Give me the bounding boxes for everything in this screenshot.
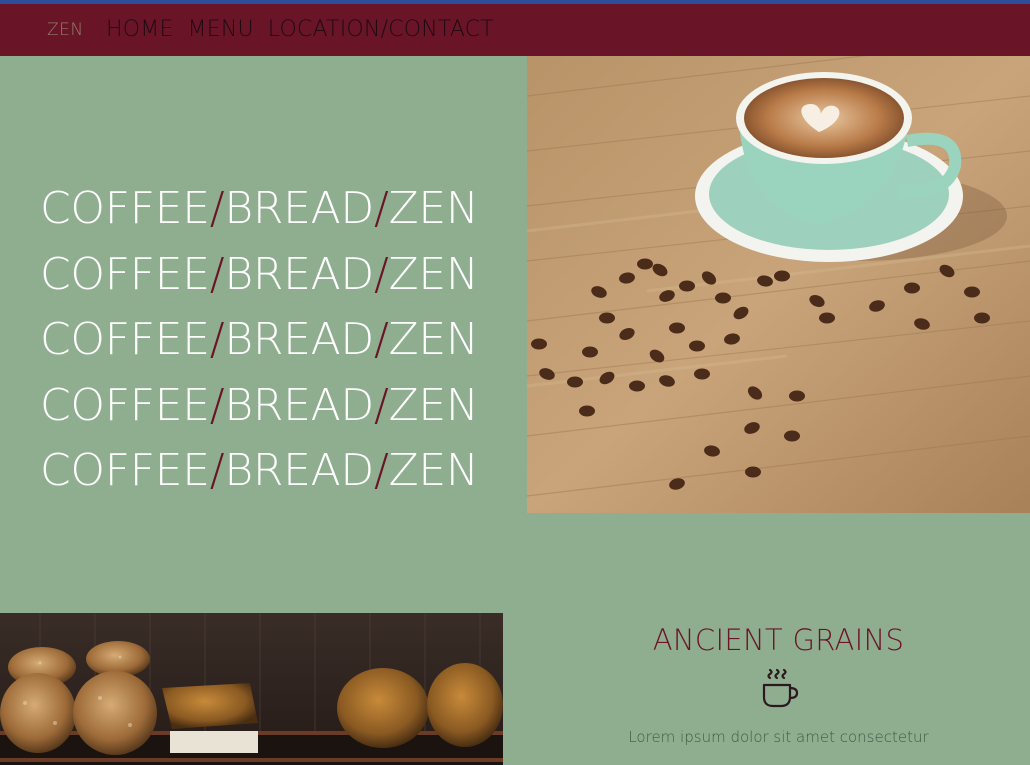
coffee-cup-icon [762, 668, 799, 708]
navbar: ZEN HOME MENU LOCATION/CONTACT [0, 4, 1030, 56]
coffee-photo-illustration [527, 56, 1030, 513]
bread-photo-illustration [0, 613, 503, 765]
hero-line: COFFEE/BREAD/ZEN [40, 445, 479, 496]
nav-link-location-contact[interactable]: LOCATION/CONTACT [268, 17, 494, 42]
hero-line: COFFEE/BREAD/ZEN [40, 314, 479, 365]
nav-link-menu[interactable]: MENU [188, 17, 254, 42]
nav-link-home[interactable]: HOME [106, 17, 174, 42]
feature-description: Lorem ipsum dolor sit amet consectetur [628, 728, 929, 746]
hero-section: COFFEE/BREAD/ZEN COFFEE/BREAD/ZEN COFFEE… [0, 56, 527, 513]
coffee-photo [527, 56, 1030, 513]
feature-card: ANCIENT GRAINS Lorem ipsum dolor sit ame… [527, 613, 1030, 765]
bread-photo [0, 613, 503, 765]
hero-headline: COFFEE/BREAD/ZEN COFFEE/BREAD/ZEN COFFEE… [40, 176, 479, 504]
brand-logo[interactable]: ZEN [47, 20, 84, 40]
feature-title: ANCIENT GRAINS [652, 623, 905, 657]
hero-line: COFFEE/BREAD/ZEN [40, 183, 479, 234]
nav-links: HOME MENU LOCATION/CONTACT [106, 17, 508, 42]
hero-line: COFFEE/BREAD/ZEN [40, 248, 479, 300]
hero-line: COFFEE/BREAD/ZEN [40, 379, 479, 431]
